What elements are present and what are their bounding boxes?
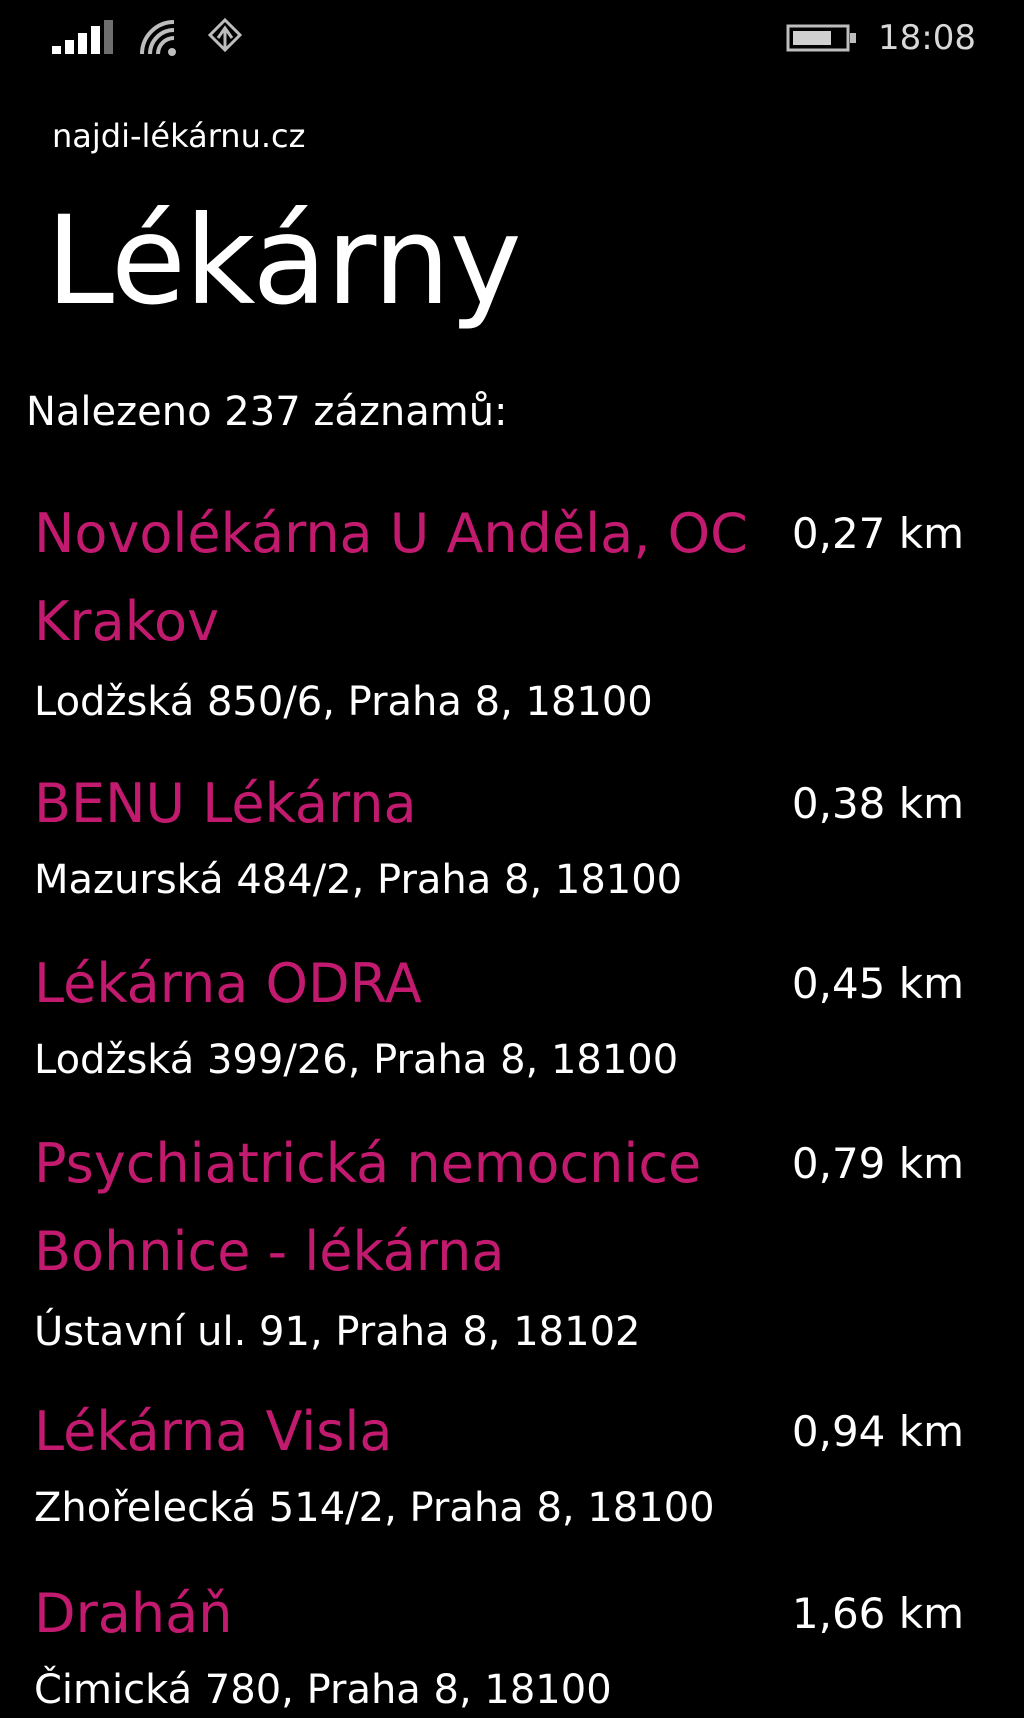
pharmacy-distance: 0,38 km	[791, 779, 964, 828]
pharmacy-distance: 0,79 km	[791, 1139, 964, 1188]
pharmacy-name: Novolékárna U Anděla, OC Krakov	[34, 502, 748, 653]
pharmacy-name: BENU Lékárna	[34, 772, 417, 835]
page-title: Lékárny	[46, 190, 522, 332]
pharmacy-name: Draháň	[34, 1582, 233, 1645]
pharmacy-distance: 0,94 km	[791, 1407, 964, 1456]
clock: 18:08	[878, 18, 976, 58]
pharmacy-address: Lodžská 850/6, Praha 8, 18100	[34, 679, 653, 725]
pharmacy-address: Mazurská 484/2, Praha 8, 18100	[34, 857, 683, 903]
pharmacy-address: Čimická 780, Praha 8, 18100	[34, 1667, 612, 1713]
status-bar: 18:08	[0, 0, 1024, 80]
pharmacy-distance: 0,27 km	[791, 509, 964, 558]
pharmacy-distance: 1,66 km	[791, 1589, 964, 1638]
pharmacy-address: Lodžská 399/26, Praha 8, 18100	[34, 1037, 679, 1083]
pharmacy-distance: 0,45 km	[791, 959, 964, 1008]
wifi-icon	[140, 20, 176, 56]
pharmacy-address: Ústavní ul. 91, Praha 8, 18102	[34, 1309, 641, 1355]
signal-icon	[52, 20, 113, 54]
pharmacy-name: Lékárna ODRA	[34, 952, 422, 1015]
data-transfer-icon	[207, 18, 243, 53]
pharmacy-name: Lékárna Visla	[34, 1400, 393, 1463]
battery-icon	[786, 24, 856, 52]
pharmacy-name: Psychiatrická nemocnice Bohnice - lékárn…	[34, 1132, 702, 1283]
pharmacy-address: Zhořelecká 514/2, Praha 8, 18100	[34, 1485, 715, 1531]
result-count: Nalezeno 237 záznamů:	[26, 389, 508, 435]
app-name: najdi-lékárnu.cz	[52, 117, 306, 155]
